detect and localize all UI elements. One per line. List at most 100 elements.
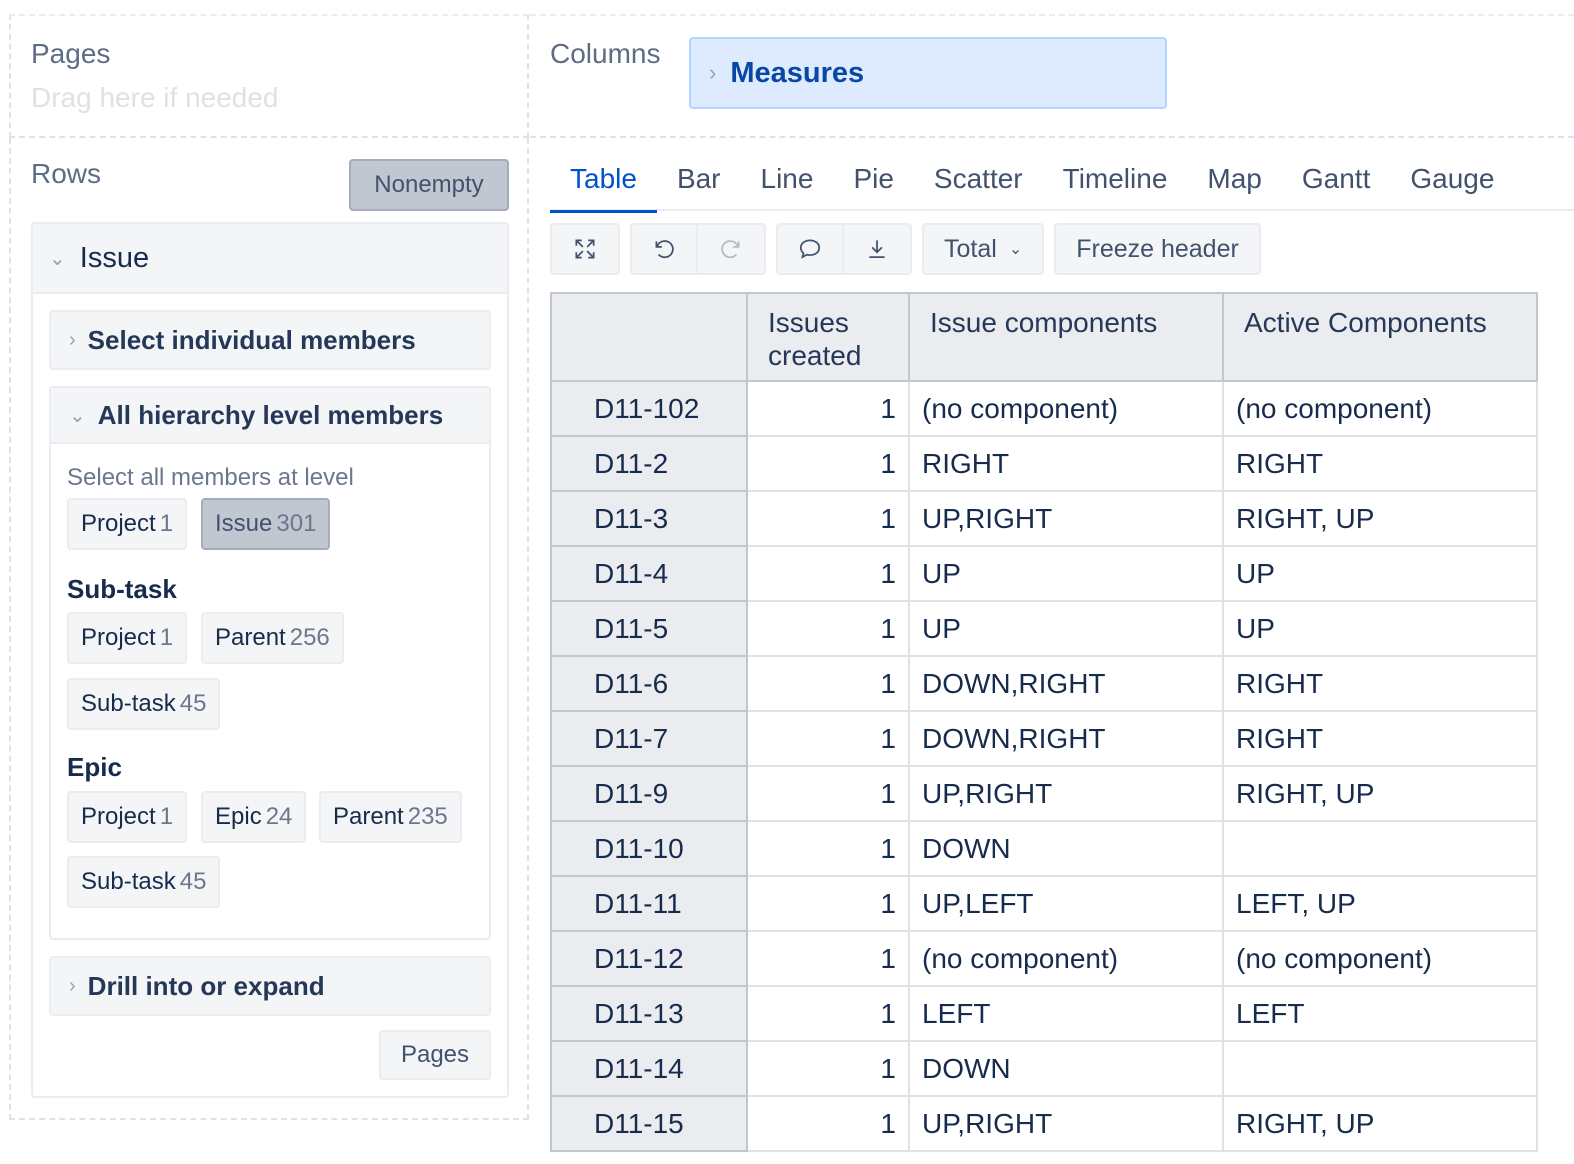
row-header[interactable]: D11-13 — [550, 985, 748, 1042]
chevron-down-icon: ⌄ — [49, 247, 66, 270]
issue-components-cell: DOWN,RIGHT — [908, 710, 1224, 767]
total-dropdown[interactable]: Total ⌄ — [922, 223, 1045, 275]
issues-created-cell: 1 — [746, 985, 910, 1042]
issue-components-cell: DOWN — [908, 1040, 1224, 1097]
chevron-down-icon: ⌄ — [1008, 241, 1023, 258]
total-label: Total — [944, 234, 997, 263]
issue-components-cell: LEFT — [908, 985, 1224, 1042]
select-individual-header[interactable]: › Select individual members — [51, 312, 489, 368]
nonempty-button[interactable]: Nonempty — [349, 159, 509, 211]
tab-timeline[interactable]: Timeline — [1043, 155, 1188, 211]
table-row: D11-15 1 UP,RIGHT RIGHT, UP — [550, 1095, 1538, 1152]
redo-button[interactable] — [698, 225, 764, 273]
select-individual-section[interactable]: › Select individual members — [49, 310, 491, 370]
row-header[interactable]: D11-102 — [550, 380, 748, 437]
row-header[interactable]: D11-2 — [550, 435, 748, 492]
fullscreen-icon — [575, 239, 595, 259]
active-components-cell: UP — [1222, 545, 1538, 602]
epic-group-title: Epic — [67, 752, 122, 782]
freeze-header-button[interactable]: Freeze header — [1054, 223, 1261, 275]
row-header[interactable]: D11-15 — [550, 1095, 748, 1152]
level-chip-subtask[interactable]: Sub-task 45 — [67, 856, 221, 908]
table-row: D11-6 1 DOWN,RIGHT RIGHT — [550, 655, 1538, 712]
redo-icon — [721, 240, 740, 259]
fullscreen-button[interactable] — [552, 225, 618, 273]
pages-hint: Drag here if needed — [31, 82, 279, 113]
report-table: Issues created Issue components Active C… — [550, 292, 1538, 1152]
row-header[interactable]: D11-5 — [550, 600, 748, 657]
column-header[interactable]: Active Components — [1222, 292, 1538, 382]
active-components-cell: RIGHT — [1222, 710, 1538, 767]
download-icon — [869, 240, 885, 258]
view-tabs: Table Bar Line Pie Scatter Timeline Map … — [550, 155, 1574, 213]
issues-created-cell: 1 — [746, 820, 910, 877]
tab-scatter[interactable]: Scatter — [914, 155, 1043, 211]
table-row: D11-14 1 DOWN — [550, 1040, 1538, 1097]
issues-created-cell: 1 — [746, 930, 910, 987]
row-header[interactable]: D11-6 — [550, 655, 748, 712]
level-chip-epic[interactable]: Epic 24 — [201, 791, 307, 843]
row-header[interactable]: D11-4 — [550, 545, 748, 602]
issue-components-cell: UP,RIGHT — [908, 765, 1224, 822]
issue-components-cell: (no component) — [908, 380, 1224, 437]
level-chip-project[interactable]: Project 1 — [67, 498, 188, 550]
rows-drop-zone[interactable]: Rows Nonempty ⌄ Issue › Select individua… — [9, 138, 529, 1120]
issues-created-cell: 1 — [746, 435, 910, 492]
table-row: D11-4 1 UP UP — [550, 545, 1538, 602]
row-header[interactable]: D11-14 — [550, 1040, 748, 1097]
measures-chip[interactable]: › Measures — [689, 37, 1167, 109]
active-components-cell: (no component) — [1222, 930, 1538, 987]
corner-header — [550, 292, 748, 382]
issues-created-cell: 1 — [746, 545, 910, 602]
level-chip-subtask[interactable]: Sub-task 45 — [67, 678, 221, 730]
issue-components-cell: DOWN,RIGHT — [908, 655, 1224, 712]
issue-components-cell: UP — [908, 545, 1224, 602]
table-row: D11-7 1 DOWN,RIGHT RIGHT — [550, 710, 1538, 767]
issue-components-cell: RIGHT — [908, 435, 1224, 492]
row-header[interactable]: D11-7 — [550, 710, 748, 767]
tab-pie[interactable]: Pie — [833, 155, 913, 211]
level-chip-project[interactable]: Project 1 — [67, 612, 188, 664]
table-row: D11-10 1 DOWN — [550, 820, 1538, 877]
tab-line[interactable]: Line — [741, 155, 834, 211]
level-chip-parent[interactable]: Parent 256 — [201, 612, 344, 664]
tab-gauge[interactable]: Gauge — [1390, 155, 1514, 211]
row-header[interactable]: D11-3 — [550, 490, 748, 547]
issues-created-cell: 1 — [746, 600, 910, 657]
issue-components-cell: (no component) — [908, 930, 1224, 987]
row-header[interactable]: D11-11 — [550, 875, 748, 932]
row-header[interactable]: D11-12 — [550, 930, 748, 987]
tab-map[interactable]: Map — [1187, 155, 1281, 211]
pages-drop-zone[interactable]: Pages Drag here if needed — [9, 14, 529, 138]
tab-table[interactable]: Table — [550, 155, 657, 213]
hierarchy-levels-header[interactable]: ⌄ All hierarchy level members — [51, 388, 489, 444]
active-components-cell: RIGHT — [1222, 435, 1538, 492]
level-chip-parent[interactable]: Parent 235 — [319, 791, 462, 843]
active-components-cell: LEFT, UP — [1222, 875, 1538, 932]
level-chip-issue[interactable]: Issue 301 — [201, 498, 331, 550]
fullscreen-group — [550, 223, 620, 275]
history-group — [630, 223, 766, 275]
comment-button[interactable] — [778, 225, 844, 273]
undo-button[interactable] — [632, 225, 698, 273]
level-chip-project[interactable]: Project 1 — [67, 791, 188, 843]
tab-bar[interactable]: Bar — [657, 155, 741, 211]
active-components-cell — [1222, 820, 1538, 877]
pages-button[interactable]: Pages — [379, 1030, 491, 1080]
column-header[interactable]: Issue components — [908, 292, 1224, 382]
issue-dimension-header[interactable]: ⌄ Issue — [33, 224, 507, 294]
tab-gantt[interactable]: Gantt — [1282, 155, 1390, 211]
hierarchy-levels-section: ⌄ All hierarchy level members Select all… — [49, 386, 491, 940]
column-header[interactable]: Issues created — [746, 292, 910, 382]
issues-created-cell: 1 — [746, 875, 910, 932]
columns-title: Columns — [550, 38, 661, 69]
download-button[interactable] — [844, 225, 910, 273]
active-components-cell: RIGHT, UP — [1222, 490, 1538, 547]
drill-header[interactable]: › Drill into or expand — [51, 958, 489, 1014]
row-header[interactable]: D11-10 — [550, 820, 748, 877]
undo-icon — [655, 240, 674, 259]
drill-section[interactable]: › Drill into or expand — [49, 956, 491, 1016]
row-header[interactable]: D11-9 — [550, 765, 748, 822]
issue-components-cell: DOWN — [908, 820, 1224, 877]
columns-drop-zone[interactable]: Columns › Measures — [530, 14, 1574, 138]
